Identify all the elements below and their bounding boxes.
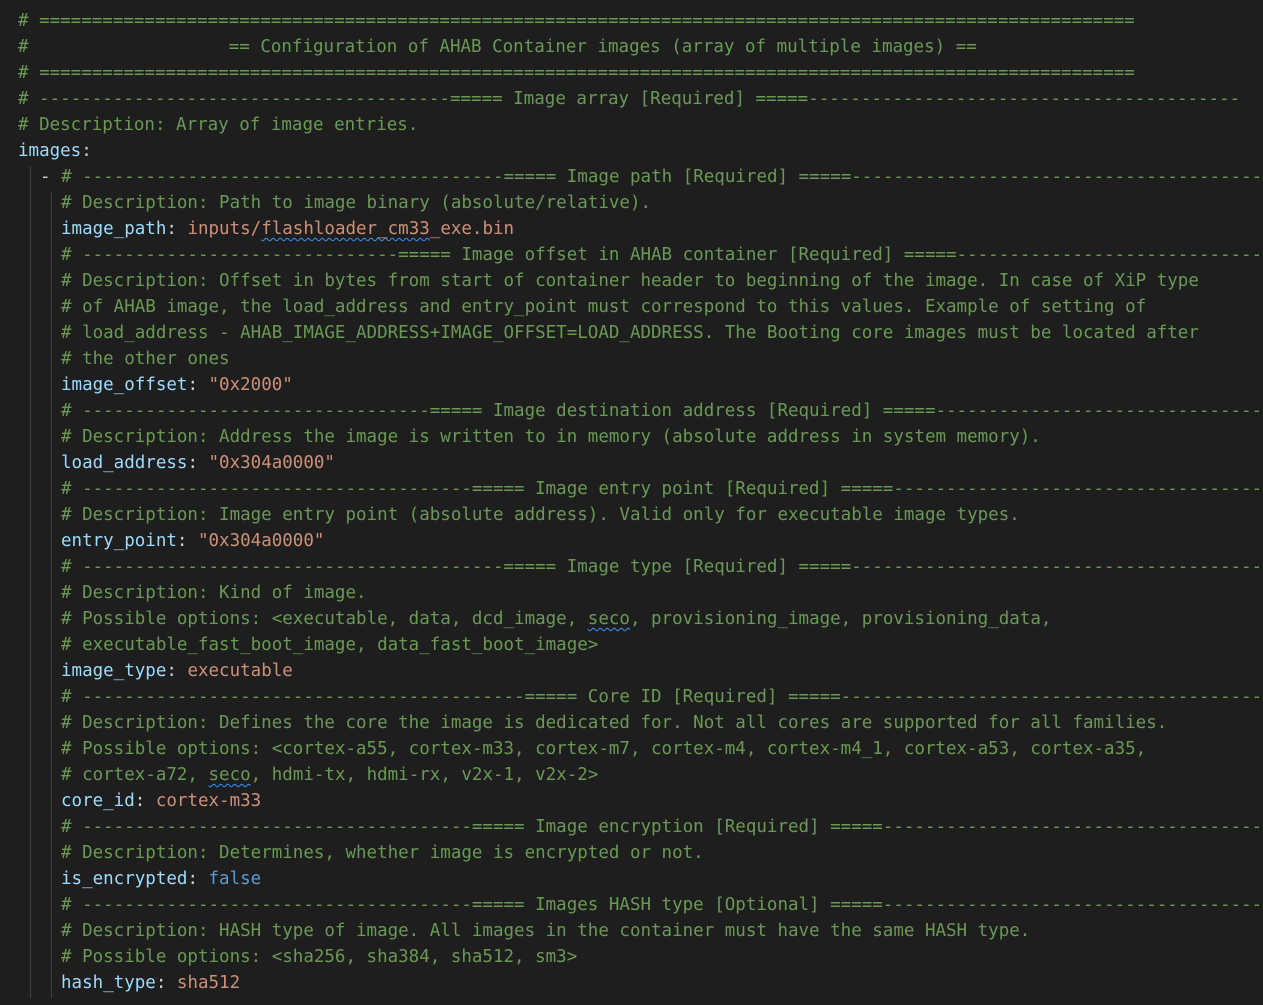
options-hash-type: # Possible options: <sha256, sha384, sha… xyxy=(61,947,578,967)
spell-squiggle[interactable]: seco xyxy=(588,609,630,629)
entry-point-line: entry_point: "0x304a0000" xyxy=(61,531,325,551)
options-core-id-1: # Possible options: <cortex-a55, cortex-… xyxy=(61,739,1147,759)
hash-type-line: hash_type: sha512 xyxy=(61,973,241,993)
description-image-type: # Description: Kind of image. xyxy=(61,583,367,603)
core-id-value[interactable]: cortex-m33 xyxy=(156,791,261,811)
entry-point-key: entry_point xyxy=(61,531,177,551)
options-core-id-2: # cortex-a72, seco, hdmi-tx, hdmi-rx, v2… xyxy=(61,765,599,785)
description-image-offset-3: # load_address - AHAB_IMAGE_ADDRESS+IMAG… xyxy=(61,323,1199,343)
image-offset-key: image_offset xyxy=(61,375,188,395)
section-image-path-line: - # ------------------------------------… xyxy=(40,164,1263,190)
image-type-line: image_type: executable xyxy=(61,661,293,681)
section-is-encrypted: # -------------------------------------=… xyxy=(61,817,1263,837)
images-key: images xyxy=(18,141,82,161)
section-image-array: # --------------------------------------… xyxy=(18,89,1241,109)
description-entry-point: # Description: Image entry point (absolu… xyxy=(61,505,1020,525)
image-type-key: image_type xyxy=(61,661,167,681)
options-image-type-2: # executable_fast_boot_image, data_fast_… xyxy=(61,635,599,655)
core-id-line: core_id: cortex-m33 xyxy=(61,791,262,811)
load-address-key: load_address xyxy=(61,453,188,473)
image-path-value[interactable]: inputs/flashloader_cm33_exe.bin xyxy=(187,219,514,239)
section-load-address: # ---------------------------------=====… xyxy=(61,401,1263,421)
section-image-type: # --------------------------------------… xyxy=(61,557,1263,577)
header-rule-top: # ======================================… xyxy=(18,11,1135,31)
description-image-path: # Description: Path to image binary (abs… xyxy=(61,193,652,213)
section-image-path: # --------------------------------------… xyxy=(61,167,1263,187)
spell-squiggle[interactable]: flashloader_cm33 xyxy=(261,219,430,239)
section-image-offset: # ------------------------------===== Im… xyxy=(61,245,1263,265)
is-encrypted-value[interactable]: false xyxy=(209,869,262,889)
load-address-value[interactable]: "0x304a0000" xyxy=(209,453,335,473)
load-address-line: load_address: "0x304a0000" xyxy=(61,453,335,473)
description-load-address: # Description: Address the image is writ… xyxy=(61,427,1041,447)
list-dash: - xyxy=(40,167,62,187)
indent-guide-level-2 xyxy=(51,192,52,998)
spell-squiggle[interactable]: seco xyxy=(209,765,251,785)
header-title: # == Configuration of AHAB Container ima… xyxy=(18,37,977,57)
description-image-offset-2: # of AHAB image, the load_address and en… xyxy=(61,297,1147,317)
code-editor[interactable]: # ======================================… xyxy=(0,0,1263,1005)
section-hash-type: # -------------------------------------=… xyxy=(61,895,1263,915)
core-id-key: core_id xyxy=(61,791,135,811)
description-image-offset-1: # Description: Offset in bytes from star… xyxy=(61,271,1199,291)
image-offset-line: image_offset: "0x2000" xyxy=(61,375,293,395)
images-key-line: images: xyxy=(18,141,92,161)
entry-point-value[interactable]: "0x304a0000" xyxy=(198,531,324,551)
section-core-id: # --------------------------------------… xyxy=(61,687,1263,707)
options-image-type-1: # Possible options: <executable, data, d… xyxy=(61,609,1052,629)
image-type-value[interactable]: executable xyxy=(187,661,292,681)
indent-guide-level-1 xyxy=(30,166,31,998)
description-image-array: # Description: Array of image entries. xyxy=(18,115,419,135)
description-is-encrypted: # Description: Determines, whether image… xyxy=(61,843,704,863)
image-path-key: image_path xyxy=(61,219,167,239)
is-encrypted-line: is_encrypted: false xyxy=(61,869,262,889)
hash-type-value[interactable]: sha512 xyxy=(177,973,240,993)
description-image-offset-4: # the other ones xyxy=(61,349,230,369)
hash-type-key: hash_type xyxy=(61,973,156,993)
description-core-id: # Description: Defines the core the imag… xyxy=(61,713,1168,733)
description-hash-type: # Description: HASH type of image. All i… xyxy=(61,921,1031,941)
header-rule-bottom: # ======================================… xyxy=(18,63,1135,83)
image-offset-value[interactable]: "0x2000" xyxy=(209,375,293,395)
is-encrypted-key: is_encrypted xyxy=(61,869,188,889)
section-entry-point: # -------------------------------------=… xyxy=(61,479,1263,499)
image-path-line: image_path: inputs/flashloader_cm33_exe.… xyxy=(61,219,515,239)
